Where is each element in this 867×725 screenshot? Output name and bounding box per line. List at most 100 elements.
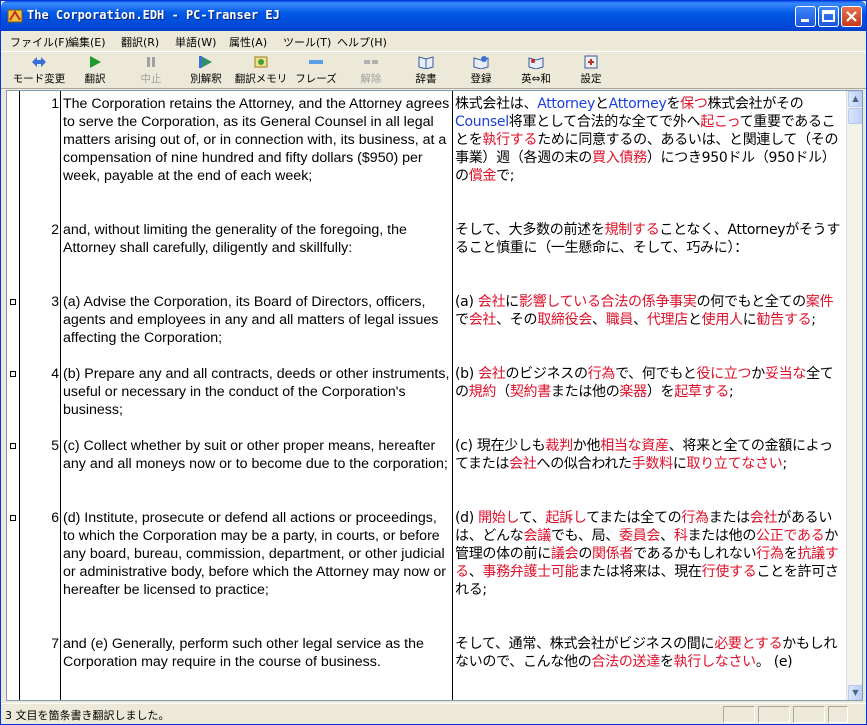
highlighted-term[interactable]: 相当な資産 [600, 438, 669, 454]
highlighted-term[interactable]: 必要とする [714, 636, 782, 652]
highlighted-term[interactable]: 保つ [680, 96, 708, 112]
source-text[interactable]: and (e) Generally, perform such other le… [63, 635, 451, 671]
highlighted-term[interactable]: 開始し [478, 510, 519, 526]
highlighted-term[interactable]: 会社 [509, 456, 537, 472]
highlighted-term[interactable]: 会社 [478, 366, 506, 382]
scroll-up-button[interactable]: ▲ [848, 91, 862, 107]
highlighted-term[interactable]: 勧告する [756, 312, 811, 328]
translate-button[interactable]: 翻訳 [67, 55, 123, 89]
toolbar: モード変更 翻訳 中止 別解釈 翻訳メモリ フレーズ 解除 辞書 登録 英⇔和 … [1, 51, 866, 89]
translation-text[interactable]: 株式会社は、AttorneyとAttorneyを保つ株式会社がそのCounsel… [455, 95, 843, 185]
maximize-button[interactable] [818, 6, 839, 27]
highlighted-term[interactable]: 会社 [478, 294, 506, 310]
source-text[interactable]: (d) Institute, prosecute or defend all a… [63, 509, 451, 599]
highlighted-term[interactable]: 代理店 [647, 312, 688, 328]
highlighted-term[interactable]: 裁判 [545, 438, 573, 454]
source-text[interactable]: (c) Collect whether by suit or other pro… [63, 437, 451, 473]
translation-segment: で; [496, 168, 515, 184]
settings-button[interactable]: 設定 [563, 55, 619, 89]
highlighted-term[interactable]: 執行する [482, 132, 537, 148]
menu-attribute[interactable]: 属性(A) [229, 34, 267, 50]
minimize-button[interactable] [795, 6, 816, 27]
highlighted-term[interactable]: 契約書 [510, 384, 551, 400]
highlighted-term[interactable]: 行為 [681, 510, 709, 526]
translation-text[interactable]: (d) 開始して、起訴してまたは全ての行為または会社があるいは、どんな会議でも、… [455, 509, 843, 599]
source-text[interactable]: and, without limiting the generality of … [63, 221, 451, 257]
highlighted-term[interactable]: 取締役会 [537, 312, 592, 328]
phrase-button[interactable]: フレーズ [288, 55, 344, 89]
highlighted-term[interactable]: 行使する [702, 564, 757, 580]
highlighted-term[interactable]: 役に立つ [696, 366, 751, 382]
highlighted-term[interactable]: 職員 [606, 312, 634, 328]
scroll-thumb[interactable] [848, 108, 862, 124]
vertical-scrollbar[interactable]: ▲ ▼ [846, 91, 862, 700]
alternate-interpretation-button[interactable]: 別解釈 [178, 55, 234, 89]
stop-button[interactable]: 中止 [123, 55, 179, 89]
highlighted-term[interactable]: 起こっ [700, 114, 740, 130]
translation-memory-button[interactable]: 翻訳メモリ [233, 55, 289, 89]
highlighted-term[interactable]: 妥当な [765, 366, 806, 382]
highlighted-term[interactable]: 買入債務 [592, 150, 647, 166]
direction-swap-button[interactable]: 英⇔和 [508, 55, 564, 89]
app-window: The Corporation.EDH - PC-Transer EJ ファイル… [0, 0, 867, 725]
highlighted-term[interactable]: 影響している合法の係争事実 [519, 294, 697, 310]
pane-divider[interactable] [452, 91, 453, 700]
highlighted-term[interactable]: 公正である [756, 528, 825, 544]
highlighted-term[interactable]: 科 [674, 528, 688, 544]
mode-change-button[interactable]: モード変更 [11, 55, 67, 89]
highlighted-term[interactable]: 償金 [469, 168, 497, 184]
highlighted-term[interactable]: 規制する [605, 222, 660, 238]
translation-document[interactable]: 1 The Corporation retains the Attorney, … [6, 90, 863, 701]
source-text[interactable]: (a) Advise the Corporation, its Board of… [63, 293, 451, 347]
highlighted-term[interactable]: 案件 [806, 294, 834, 310]
translation-text[interactable]: そして、大多数の前述を規制することなく、Attorneyがそうすること慎重に（一… [455, 221, 843, 257]
status-panel [758, 706, 790, 723]
source-text[interactable]: (b) Prepare any and all contracts, deeds… [63, 365, 451, 419]
sentence-number: 7 [51, 635, 59, 651]
highlighted-term[interactable]: 会社 [750, 510, 778, 526]
close-button[interactable] [841, 6, 862, 27]
highlighted-term[interactable]: 議会 [551, 546, 579, 562]
highlighted-term[interactable]: 行為 [588, 366, 616, 382]
highlighted-term[interactable]: 手数料 [632, 456, 673, 472]
play-icon [90, 56, 101, 68]
source-text[interactable]: The Corporation retains the Attorney, an… [63, 95, 451, 185]
menu-word[interactable]: 単語(W) [175, 34, 216, 50]
menu-help[interactable]: ヘルプ(H) [337, 34, 387, 50]
translation-text[interactable]: (b) 会社のビジネスの行為で、何でもと役に立つか妥当な全ての規約（契約書または… [455, 365, 843, 401]
register-button[interactable]: 登録 [453, 55, 509, 89]
untranslated-term[interactable]: Attorney [609, 96, 667, 112]
highlighted-term[interactable]: 起訴し [545, 510, 586, 526]
title-bar[interactable]: The Corporation.EDH - PC-Transer EJ [1, 1, 866, 31]
highlighted-term[interactable]: 事務弁護士可能 [482, 564, 578, 580]
dictionary-button[interactable]: 辞書 [398, 55, 454, 89]
menu-edit[interactable]: 編集(E) [68, 34, 106, 50]
highlighted-term[interactable]: 使用人 [702, 312, 743, 328]
translation-text[interactable]: (a) 会社に影響している合法の係争事実の何でもと全ての案件で会社、その取締役会… [455, 293, 843, 329]
highlighted-term[interactable]: 会議 [524, 528, 552, 544]
window-title: The Corporation.EDH - PC-Transer EJ [27, 8, 280, 22]
highlighted-term[interactable]: 合法の送達 [591, 654, 660, 670]
mode-change-icon [32, 57, 46, 67]
menu-file[interactable]: ファイル(F) [10, 34, 69, 50]
menu-translate[interactable]: 翻訳(R) [121, 34, 159, 50]
release-button[interactable]: 解除 [343, 55, 399, 89]
highlighted-term[interactable]: 委員会 [619, 528, 660, 544]
translation-text[interactable]: そして、通常、株式会社がビジネスの間に必要とするかもしれないので、こんな他の合法… [455, 635, 843, 671]
scroll-down-button[interactable]: ▼ [848, 685, 862, 700]
minimize-icon [801, 19, 809, 22]
highlighted-term[interactable]: 起草する [674, 384, 729, 400]
translation-segment: (a) [455, 294, 478, 310]
highlighted-term[interactable]: 取り立てなさい [687, 456, 783, 472]
highlighted-term[interactable]: 行為 [756, 546, 784, 562]
untranslated-term[interactable]: Counsel [455, 114, 509, 130]
highlighted-term[interactable]: 関係者 [592, 546, 633, 562]
translation-text[interactable]: (c) 現在少しも裁判か他相当な資産、将来と全ての金額によってまたは会社への似合… [455, 437, 843, 473]
highlighted-term[interactable]: 楽器 [619, 384, 647, 400]
highlighted-term[interactable]: 規約 [469, 384, 497, 400]
highlighted-term[interactable]: 執行しなさい [674, 654, 757, 670]
highlighted-term[interactable]: 会社 [469, 312, 497, 328]
menu-tools[interactable]: ツール(T) [283, 34, 331, 50]
translation-segment: または他の [550, 384, 620, 400]
untranslated-term[interactable]: Attorney [537, 96, 595, 112]
